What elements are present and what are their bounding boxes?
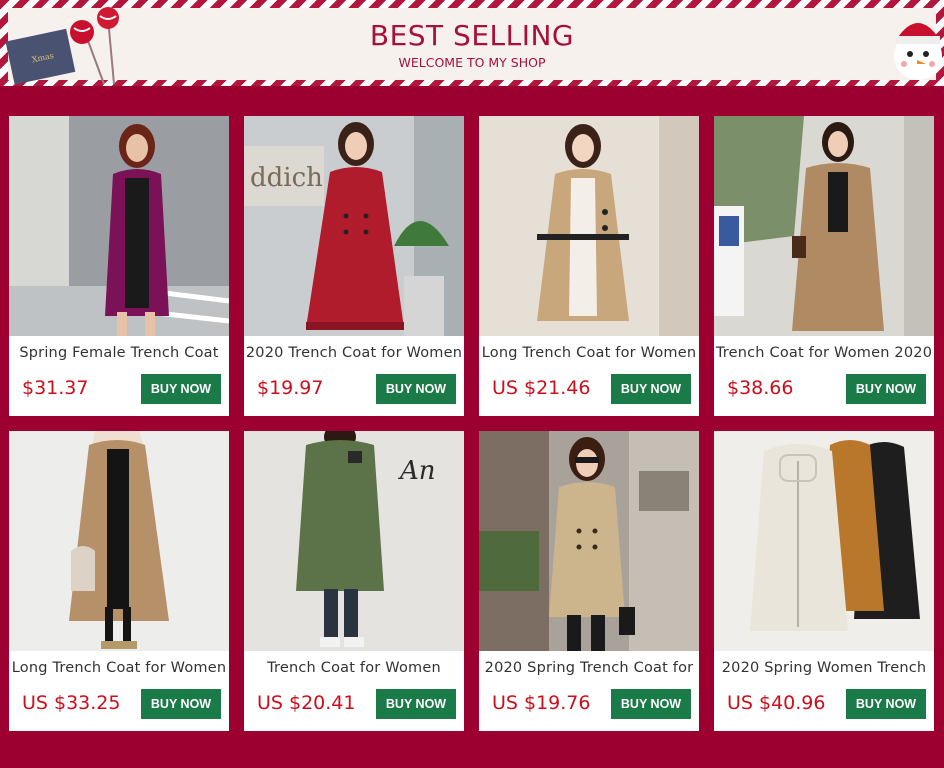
product-card[interactable]: Long Trench Coat for Women US $21.46 BUY… bbox=[479, 116, 699, 416]
banner: Xmas BEST SELLING WELCOME TO MY SHOP bbox=[0, 0, 944, 86]
buy-now-button[interactable]: BUY NOW bbox=[376, 689, 456, 719]
product-price: US $40.96 bbox=[727, 692, 826, 714]
banner-subtitle: WELCOME TO MY SHOP bbox=[398, 55, 546, 70]
product-title[interactable]: Trench Coat for Women 2020 bbox=[714, 345, 934, 365]
product-image[interactable] bbox=[9, 116, 229, 336]
product-price: $31.37 bbox=[22, 377, 89, 399]
buy-now-button[interactable]: BUY NOW bbox=[611, 689, 691, 719]
product-card[interactable]: 2020 Spring Women Trench US $40.96 BUY N… bbox=[714, 431, 934, 731]
product-card[interactable]: Trench Coat for Women 2020 $38.66 BUY NO… bbox=[714, 116, 934, 416]
product-image[interactable]: An bbox=[244, 431, 464, 651]
product-title[interactable]: 2020 Spring Women Trench bbox=[714, 660, 934, 680]
product-card[interactable]: Long Trench Coat for Women US $33.25 BUY… bbox=[9, 431, 229, 731]
product-card[interactable]: Spring Female Trench Coat $31.37 BUY NOW bbox=[9, 116, 229, 416]
product-card[interactable]: ddich 2020 Trench Coat for Women $19.97 … bbox=[244, 116, 464, 416]
product-price: US $33.25 bbox=[22, 692, 121, 714]
product-title[interactable]: Long Trench Coat for Women bbox=[479, 345, 699, 365]
product-image[interactable]: ddich bbox=[244, 116, 464, 336]
buy-now-button[interactable]: BUY NOW bbox=[141, 374, 221, 404]
buy-now-button[interactable]: BUY NOW bbox=[846, 689, 926, 719]
banner-title: BEST SELLING bbox=[369, 19, 575, 52]
product-image[interactable] bbox=[479, 431, 699, 651]
svg-text:An: An bbox=[398, 456, 436, 486]
product-image[interactable] bbox=[9, 431, 229, 651]
product-image[interactable] bbox=[479, 116, 699, 336]
product-price: US $19.76 bbox=[492, 692, 591, 714]
product-image[interactable] bbox=[714, 116, 934, 336]
buy-now-button[interactable]: BUY NOW bbox=[611, 374, 691, 404]
buy-now-button[interactable]: BUY NOW bbox=[376, 374, 456, 404]
svg-text:ddich: ddich bbox=[250, 163, 323, 193]
product-title[interactable]: Spring Female Trench Coat bbox=[9, 345, 229, 365]
product-title[interactable]: Long Trench Coat for Women bbox=[9, 660, 229, 680]
product-title[interactable]: Trench Coat for Women bbox=[244, 660, 464, 680]
product-price: US $21.46 bbox=[492, 377, 591, 399]
product-title[interactable]: 2020 Trench Coat for Women bbox=[244, 345, 464, 365]
product-card[interactable]: An Trench Coat for Women US $20.41 BUY N… bbox=[244, 431, 464, 731]
buy-now-button[interactable]: BUY NOW bbox=[846, 374, 926, 404]
product-price: $38.66 bbox=[727, 377, 794, 399]
product-price: US $20.41 bbox=[257, 692, 356, 714]
product-price: $19.97 bbox=[257, 377, 324, 399]
product-image[interactable] bbox=[714, 431, 934, 651]
product-title[interactable]: 2020 Spring Trench Coat for bbox=[479, 660, 699, 680]
product-grid: Spring Female Trench Coat $31.37 BUY NOW… bbox=[9, 116, 935, 731]
product-card[interactable]: 2020 Spring Trench Coat for US $19.76 BU… bbox=[479, 431, 699, 731]
buy-now-button[interactable]: BUY NOW bbox=[141, 689, 221, 719]
